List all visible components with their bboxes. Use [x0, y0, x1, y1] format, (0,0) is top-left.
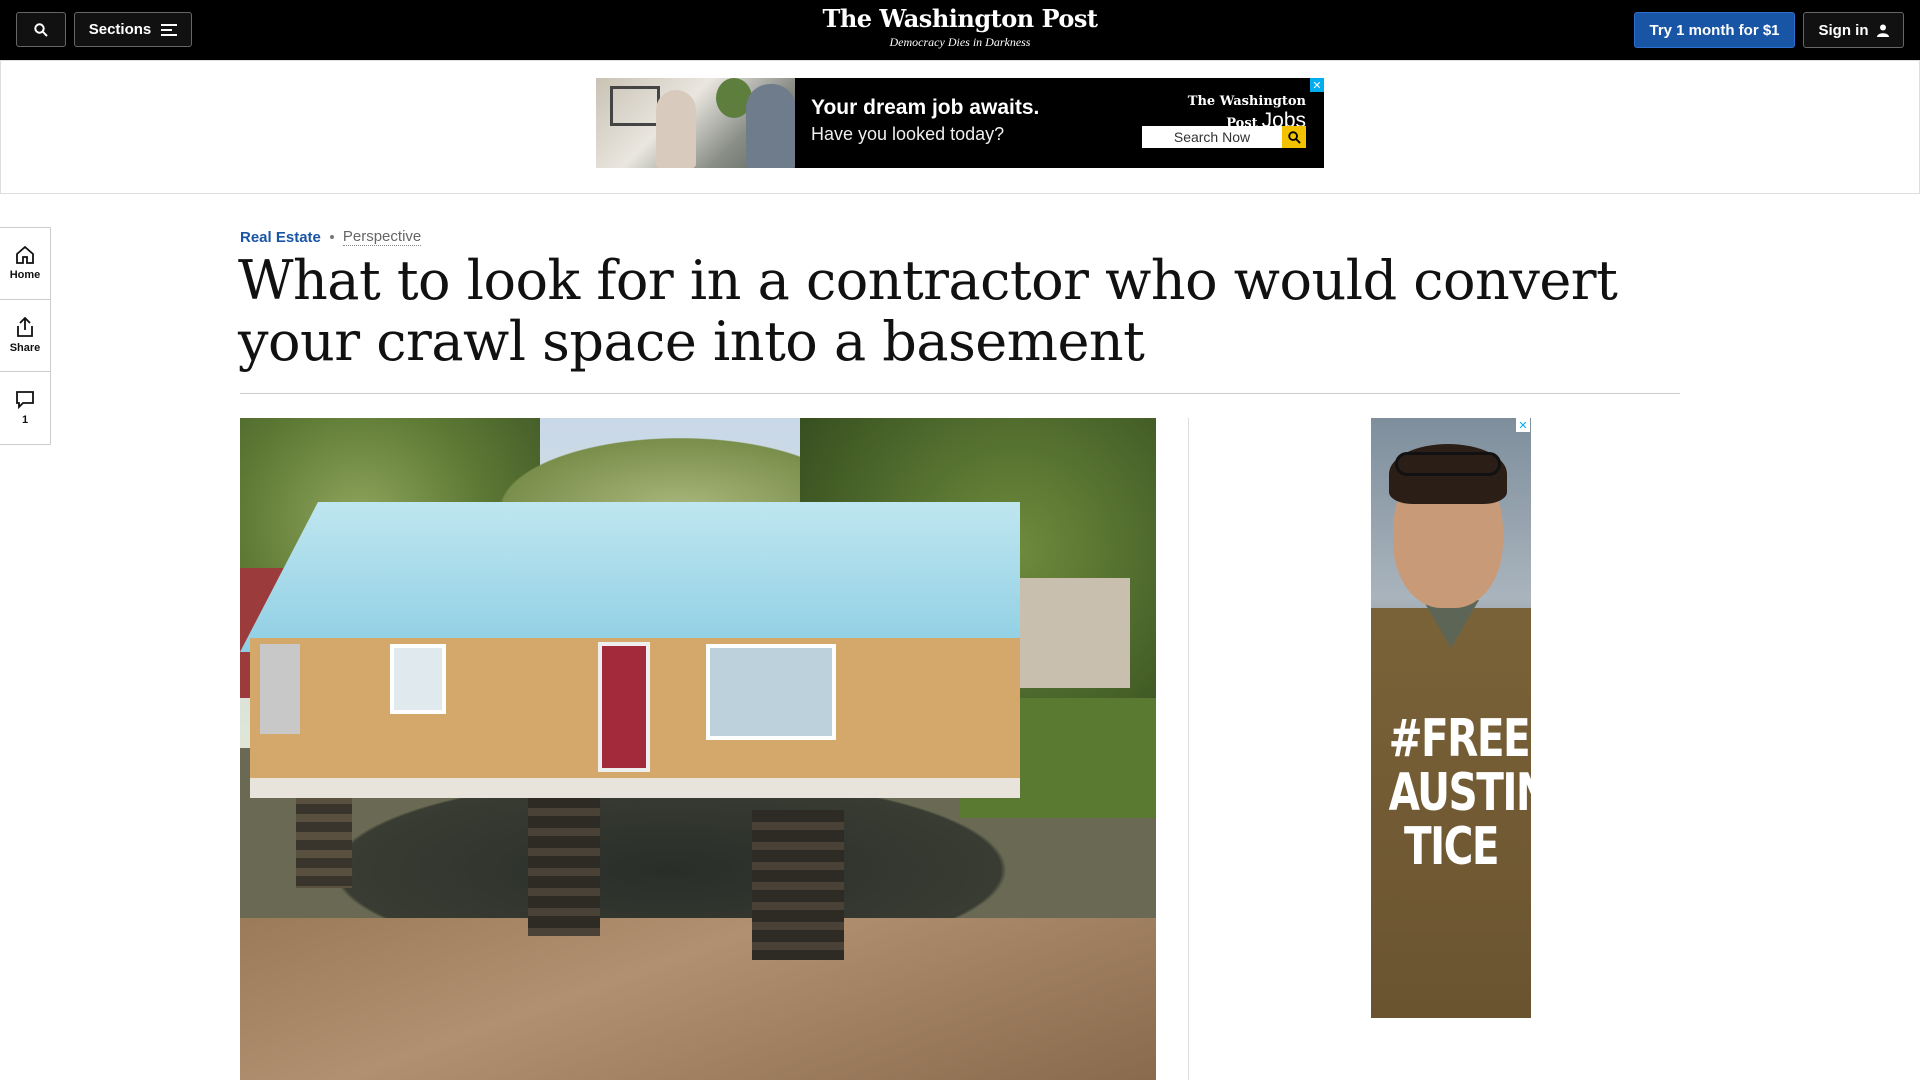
jobs-ad-search[interactable]: Search Now: [1142, 126, 1306, 148]
jobs-ad-banner[interactable]: Your dream job awaits. Have you looked t…: [596, 78, 1324, 168]
sign-in-button[interactable]: Sign in: [1803, 12, 1904, 48]
side-ad-message: #FREE AUSTIN TICE: [1388, 709, 1531, 877]
rail-share-label: Share: [9, 342, 41, 354]
home-icon: [16, 246, 34, 264]
jobs-ad-photo: [596, 78, 795, 168]
top-nav-bar: Sections The Washington Post Democracy D…: [0, 0, 1920, 60]
column-divider: [1188, 418, 1189, 1080]
side-ad-line1: #FREE: [1388, 709, 1531, 769]
jobs-ad-subline: Have you looked today?: [811, 124, 1005, 144]
left-rail: Home Share 1: [0, 227, 51, 445]
jobs-ad-headline: Your dream job awaits.: [811, 96, 1040, 119]
site-tagline: Democracy Dies in Darkness: [889, 35, 1031, 49]
article-headline: What to look for in a contractor who wou…: [238, 249, 1618, 373]
rail-home-label: Home: [9, 269, 41, 281]
site-logo[interactable]: The Washington Post: [0, 4, 1920, 33]
headline-divider: [240, 393, 1680, 394]
rail-share-button[interactable]: Share: [0, 300, 50, 372]
side-ad-line3: TICE: [1403, 817, 1500, 877]
article-kicker: Real Estate Perspective: [240, 228, 422, 246]
masthead[interactable]: The Washington Post Democracy Dies in Da…: [0, 4, 1920, 50]
comment-icon: [16, 391, 34, 409]
subscribe-button[interactable]: Try 1 month for $1: [1634, 12, 1795, 48]
kicker-separator: [329, 235, 334, 239]
jobs-ad-search-field[interactable]: Search Now: [1142, 126, 1282, 148]
ad-close-icon[interactable]: ✕: [1310, 78, 1324, 92]
jobs-ad-search-button[interactable]: [1282, 126, 1306, 148]
lead-photo[interactable]: [240, 418, 1156, 1080]
side-ad-close-icon[interactable]: ✕: [1516, 418, 1530, 432]
magnifier-icon: [1287, 130, 1301, 144]
rail-home-button[interactable]: Home: [0, 228, 50, 300]
share-icon: [17, 317, 33, 337]
side-ad-banner[interactable]: #FREE AUSTIN TICE: [1371, 418, 1531, 1018]
section-link[interactable]: Real Estate: [240, 229, 321, 246]
side-ad-line2: AUSTIN: [1388, 763, 1531, 823]
rail-comments-button[interactable]: 1: [0, 372, 50, 444]
perspective-label[interactable]: Perspective: [342, 228, 422, 246]
rail-comments-count: 1: [21, 414, 29, 426]
sign-in-label: Sign in: [1818, 21, 1869, 39]
user-icon: [1876, 24, 1889, 37]
